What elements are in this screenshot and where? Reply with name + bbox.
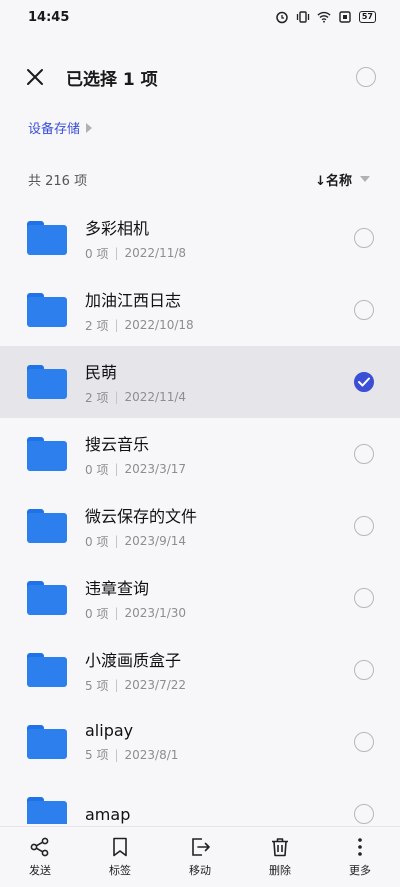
- item-count: 0 项: [85, 246, 109, 261]
- more-label: 更多: [349, 864, 371, 877]
- item-checkbox[interactable]: [354, 444, 374, 464]
- list-item-selected[interactable]: 民萌 2 项 | 2022/11/4: [0, 346, 400, 418]
- checkmark-icon: [358, 377, 370, 387]
- folder-icon: [27, 653, 67, 687]
- sim-icon: [338, 10, 352, 24]
- trash-icon: [272, 838, 288, 857]
- file-date: 2023/7/22: [124, 678, 187, 692]
- status-icons: 57: [275, 10, 376, 24]
- vibrate-icon: [296, 10, 310, 24]
- file-date: 2023/8/1: [124, 747, 179, 762]
- file-date: 2023/9/14: [124, 534, 187, 548]
- tag-button[interactable]: 标签: [90, 836, 150, 878]
- file-meta: 5 项 | 2023/8/1: [85, 747, 179, 763]
- file-name: 民萌: [85, 362, 118, 382]
- file-name: 多彩相机: [85, 218, 150, 238]
- item-checkbox[interactable]: [354, 660, 374, 680]
- bottom-action-bar: 发送 标签 移动 删除 更多: [0, 826, 400, 887]
- file-name: 违章查询: [85, 578, 150, 598]
- list-item[interactable]: 微云保存的文件 0 项 | 2023/9/14: [0, 490, 400, 562]
- more-icon: [358, 838, 362, 856]
- folder-icon: [27, 797, 67, 824]
- list-item[interactable]: amap: [0, 778, 400, 824]
- folder-icon: [27, 509, 67, 543]
- item-count: 0 项: [85, 606, 109, 621]
- close-icon: [27, 69, 43, 85]
- list-item[interactable]: 搜云音乐 0 项 | 2023/3/17: [0, 418, 400, 490]
- file-name: 微云保存的文件: [85, 506, 198, 526]
- folder-icon: [27, 365, 67, 399]
- file-meta: 0 项 | 2023/1/30: [85, 606, 187, 621]
- item-checkbox-checked[interactable]: [354, 372, 374, 392]
- alarm-icon: [275, 10, 289, 24]
- item-count: 5 项: [85, 748, 109, 762]
- status-bar: 14:45 57: [0, 0, 400, 34]
- select-all-checkbox[interactable]: [356, 67, 376, 87]
- folder-icon: [27, 221, 67, 255]
- move-button[interactable]: 移动: [170, 836, 230, 878]
- item-count: 共 216 项: [28, 173, 88, 189]
- list-item[interactable]: 加油江西日志 2 项 | 2022/10/18: [0, 274, 400, 346]
- file-date: 2022/11/8: [124, 246, 187, 260]
- list-meta: 共 216 项 ↓名称: [0, 166, 400, 192]
- sort-button[interactable]: ↓名称: [315, 170, 370, 189]
- item-checkbox[interactable]: [354, 300, 374, 320]
- file-date: 2022/10/18: [124, 318, 194, 332]
- breadcrumb[interactable]: 设备存储: [28, 118, 93, 137]
- file-meta: 0 项 | 2022/11/8: [85, 246, 187, 261]
- battery-icon: 57: [358, 11, 376, 23]
- page-title: 已选择 1 项: [66, 69, 158, 90]
- file-meta: 2 项 | 2022/11/4: [85, 390, 187, 405]
- item-count: 5 项: [85, 678, 109, 693]
- sort-label: ↓名称: [315, 173, 352, 189]
- file-date: 2022/11/4: [124, 390, 187, 404]
- item-count: 2 项: [85, 390, 109, 405]
- share-icon: [30, 837, 49, 857]
- file-name: 加油江西日志: [85, 290, 182, 310]
- item-checkbox[interactable]: [354, 804, 374, 824]
- tag-label: 标签: [109, 864, 131, 877]
- chevron-right-icon: [86, 122, 93, 133]
- caret-down-icon: [360, 176, 370, 182]
- selection-header: 已选择 1 项: [0, 52, 400, 102]
- close-button[interactable]: [24, 66, 46, 88]
- status-time: 14:45: [28, 9, 70, 25]
- file-name: alipay: [85, 721, 134, 740]
- send-button[interactable]: 发送: [10, 836, 70, 878]
- item-checkbox[interactable]: [354, 732, 374, 752]
- bookmark-icon: [113, 837, 127, 857]
- file-meta: 5 项 | 2023/7/22: [85, 678, 187, 693]
- delete-button[interactable]: 删除: [250, 836, 310, 878]
- list-item[interactable]: 多彩相机 0 项 | 2022/11/8: [0, 202, 400, 274]
- item-count: 2 项: [85, 318, 109, 333]
- move-icon: [192, 838, 210, 856]
- file-meta: 2 项 | 2022/10/18: [85, 318, 194, 333]
- file-date: 2023/1/30: [124, 606, 187, 620]
- file-list: 多彩相机 0 项 | 2022/11/8 加油江西日志 2 项 | 2022/10/18…: [0, 202, 400, 824]
- list-item[interactable]: 小渡画质盒子 5 项 | 2023/7/22: [0, 634, 400, 706]
- folder-icon: [27, 437, 67, 471]
- folder-icon: [27, 293, 67, 327]
- item-checkbox[interactable]: [354, 228, 374, 248]
- delete-label: 删除: [269, 864, 291, 877]
- breadcrumb-item[interactable]: 设备存储: [28, 118, 80, 137]
- file-name: amap: [85, 804, 131, 824]
- folder-icon: [27, 725, 67, 759]
- file-date: 2023/3/17: [124, 462, 187, 476]
- folder-icon: [27, 581, 67, 615]
- item-count: 0 项: [85, 534, 109, 549]
- wifi-icon: [317, 10, 331, 24]
- move-label: 移动: [189, 864, 211, 877]
- item-checkbox[interactable]: [354, 588, 374, 608]
- send-label: 发送: [29, 864, 51, 877]
- more-button[interactable]: 更多: [330, 836, 390, 878]
- list-item[interactable]: 违章查询 0 项 | 2023/1/30: [0, 562, 400, 634]
- list-item[interactable]: alipay 5 项 | 2023/8/1: [0, 706, 400, 778]
- file-meta: 0 项 | 2023/3/17: [85, 462, 187, 477]
- file-name: 搜云音乐: [85, 434, 150, 454]
- file-meta: 0 项 | 2023/9/14: [85, 534, 187, 549]
- item-checkbox[interactable]: [354, 516, 374, 536]
- item-count: 0 项: [85, 462, 109, 477]
- file-name: 小渡画质盒子: [85, 650, 182, 670]
